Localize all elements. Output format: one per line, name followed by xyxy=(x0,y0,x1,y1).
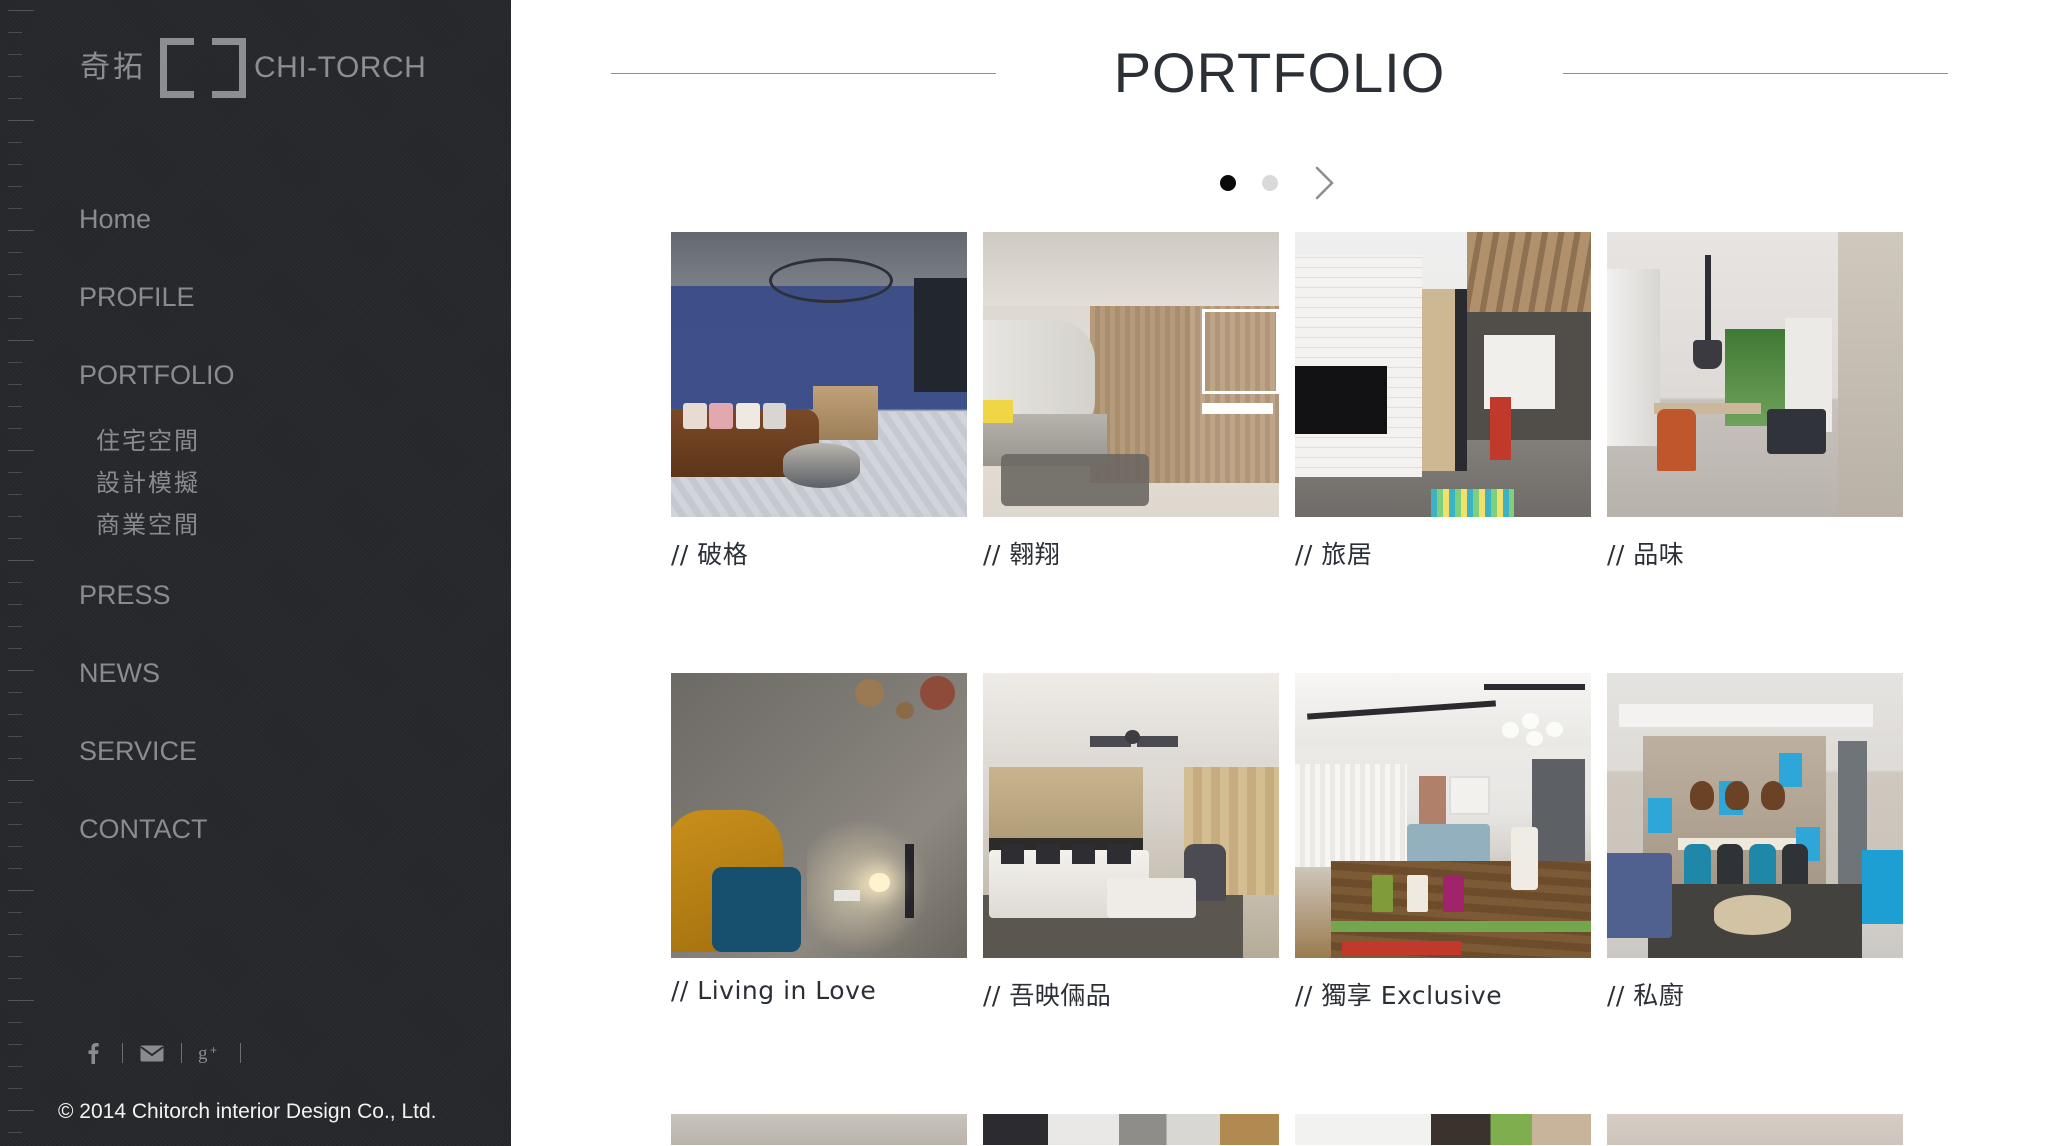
svg-text:g: g xyxy=(198,1043,208,1064)
portfolio-caption: // 吾映倆品 xyxy=(983,981,1112,1010)
portfolio-card[interactable] xyxy=(671,1114,967,1145)
portfolio-thumbnail[interactable] xyxy=(671,1114,967,1145)
portfolio-card[interactable]: // 獨享 Exclusive xyxy=(1295,673,1591,1012)
social-separator xyxy=(181,1043,182,1063)
portfolio-caption: // Living in Love xyxy=(671,976,877,1005)
portfolio-thumbnail[interactable] xyxy=(1295,232,1591,517)
portfolio-caption: // 破格 xyxy=(671,540,749,569)
logo-english-text: CHI-TORCH xyxy=(254,51,427,84)
portfolio-row-partial xyxy=(671,1114,1961,1145)
header-rule-right xyxy=(1563,72,1949,74)
portfolio-card[interactable]: // 旅居 xyxy=(1295,232,1591,571)
sidebar-item-home[interactable]: Home xyxy=(0,180,511,258)
portfolio-thumbnail[interactable] xyxy=(983,232,1279,517)
facebook-icon[interactable] xyxy=(78,1040,108,1066)
sidebar: 奇拓 CHI-TORCH Home PROFILE PORTFOLIO 住宅空間… xyxy=(0,0,511,1146)
portfolio-card[interactable]: // 私廚 xyxy=(1607,673,1903,1012)
logo-chinese-text: 奇拓 xyxy=(80,50,146,85)
portfolio-submenu: 住宅空間 設計模擬 商業空間 xyxy=(0,414,511,556)
portfolio-card[interactable]: // 吾映倆品 xyxy=(983,673,1279,1012)
portfolio-caption: // 品味 xyxy=(1607,540,1685,569)
pagination-dot-1[interactable] xyxy=(1219,175,1236,191)
portfolio-thumbnail[interactable] xyxy=(1607,1114,1903,1145)
portfolio-caption: // 旅居 xyxy=(1295,540,1373,569)
portfolio-caption: // 翱翔 xyxy=(983,540,1061,569)
sidebar-item-service[interactable]: SERVICE xyxy=(0,712,511,790)
portfolio-caption: // 私廚 xyxy=(1607,981,1685,1010)
portfolio-caption: // 獨享 Exclusive xyxy=(1295,981,1503,1010)
portfolio-card[interactable] xyxy=(1607,1114,1903,1145)
portfolio-thumbnail[interactable] xyxy=(1295,1114,1591,1145)
chevron-right-icon[interactable] xyxy=(1310,166,1340,200)
email-icon[interactable] xyxy=(137,1040,167,1066)
portfolio-card[interactable] xyxy=(983,1114,1279,1145)
social-separator xyxy=(240,1043,241,1063)
portfolio-thumbnail[interactable] xyxy=(1607,232,1903,517)
portfolio-thumbnail[interactable] xyxy=(983,1114,1279,1145)
bracket-logo-icon xyxy=(160,38,246,98)
sidebar-subitem-commercial[interactable]: 商業空間 xyxy=(0,504,511,546)
sidebar-item-press[interactable]: PRESS xyxy=(0,556,511,634)
portfolio-thumbnail[interactable] xyxy=(671,232,967,517)
site-logo[interactable]: 奇拓 CHI-TORCH xyxy=(80,38,427,98)
header-rule-left xyxy=(610,72,996,74)
portfolio-card[interactable]: // 破格 xyxy=(671,232,967,571)
sidebar-item-portfolio[interactable]: PORTFOLIO xyxy=(0,336,511,414)
sidebar-subitem-design-simulation[interactable]: 設計模擬 xyxy=(0,462,511,504)
portfolio-card[interactable]: // 翱翔 xyxy=(983,232,1279,571)
pagination xyxy=(511,152,2048,214)
portfolio-grid: // 破格 // 翱翔 // 旅居 // 品味 // Living in Lov… xyxy=(671,232,1961,1145)
portfolio-card[interactable]: // 品味 xyxy=(1607,232,1903,571)
page-root: 奇拓 CHI-TORCH Home PROFILE PORTFOLIO 住宅空間… xyxy=(0,0,2048,1146)
sidebar-subitem-residential[interactable]: 住宅空間 xyxy=(0,420,511,462)
main-content: PORTFOLIO // 破格 // 翱翔 // 旅居 // 品味 // Liv… xyxy=(511,0,2048,1146)
social-links: g + xyxy=(78,1038,255,1068)
portfolio-thumbnail[interactable] xyxy=(1295,673,1591,958)
google-plus-icon[interactable]: g + xyxy=(196,1040,226,1066)
portfolio-row: // 破格 // 翱翔 // 旅居 // 品味 xyxy=(671,232,1961,571)
copyright-text: © 2014 Chitorch interior Design Co., Ltd… xyxy=(58,1100,437,1123)
portfolio-thumbnail[interactable] xyxy=(1607,673,1903,958)
page-header: PORTFOLIO xyxy=(511,0,2048,120)
sidebar-item-contact[interactable]: CONTACT xyxy=(0,790,511,868)
portfolio-card[interactable]: // Living in Love xyxy=(671,673,967,1012)
portfolio-row: // Living in Love // 吾映倆品 // 獨享 Exclusiv… xyxy=(671,673,1961,1012)
main-navigation: Home PROFILE PORTFOLIO 住宅空間 設計模擬 商業空間 PR… xyxy=(0,180,511,868)
svg-text:+: + xyxy=(210,1043,217,1057)
social-separator xyxy=(122,1043,123,1063)
page-title: PORTFOLIO xyxy=(1113,41,1446,104)
portfolio-thumbnail[interactable] xyxy=(983,673,1279,958)
pagination-dot-2[interactable] xyxy=(1261,175,1278,191)
sidebar-item-profile[interactable]: PROFILE xyxy=(0,258,511,336)
sidebar-item-news[interactable]: NEWS xyxy=(0,634,511,712)
portfolio-card[interactable] xyxy=(1295,1114,1591,1145)
portfolio-thumbnail[interactable] xyxy=(671,673,967,958)
